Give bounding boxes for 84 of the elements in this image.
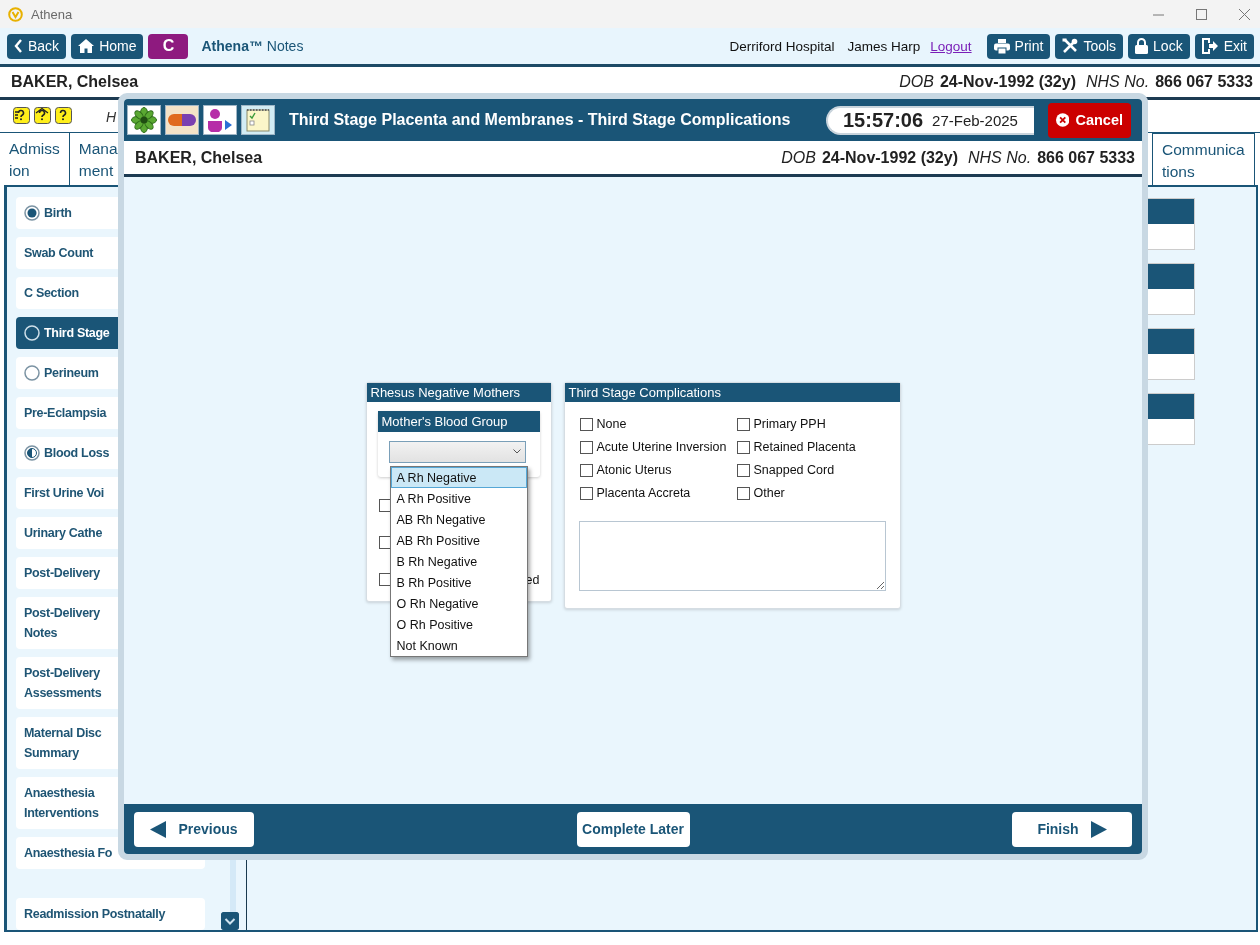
help-icon[interactable] <box>55 107 72 124</box>
close-icon[interactable] <box>1239 8 1250 20</box>
app-name: Athena™ Notes <box>201 38 304 54</box>
help-icon[interactable] <box>34 107 51 124</box>
hospital-name: Derriford Hospital <box>729 38 835 54</box>
checkbox-option[interactable]: Placenta Accreta <box>579 485 737 501</box>
tab[interactable]: Communica tions <box>1152 133 1255 185</box>
dob-label: DOB <box>781 148 816 167</box>
checkbox[interactable] <box>736 440 750 454</box>
user-name: James Harp <box>847 38 921 54</box>
print-button[interactable]: Print <box>986 33 1051 59</box>
previous-button[interactable]: Previous <box>134 811 254 847</box>
pill-icon[interactable] <box>168 114 196 126</box>
checkbox[interactable] <box>736 463 750 477</box>
close-icon <box>1056 111 1070 129</box>
flower-icon[interactable] <box>131 107 157 133</box>
dropdown-option[interactable]: Not Known <box>390 635 527 656</box>
checkbox-option[interactable]: Atonic Uterus <box>579 462 737 478</box>
checkbox-option[interactable]: Retained Placenta <box>736 439 887 455</box>
exit-icon <box>1201 38 1219 54</box>
sidebar-item[interactable]: Readmission Postnatally <box>16 898 205 930</box>
dropdown-option[interactable]: O Rh Positive <box>390 614 527 635</box>
tools-icon <box>1062 38 1079 54</box>
printer-icon <box>993 38 1010 54</box>
nhs-number: 866 067 5333 <box>1155 73 1253 91</box>
checkbox[interactable] <box>378 573 392 586</box>
exit-button[interactable]: Exit <box>1194 33 1254 59</box>
panel-title: Mother's Blood Group <box>377 411 540 432</box>
panel-title: Third Stage Complications <box>564 383 900 402</box>
checkbox-option[interactable]: None <box>579 416 737 432</box>
panel-title: Rhesus Negative Mothers <box>366 383 551 402</box>
checkbox-option[interactable]: Acute Uterine Inversion <box>579 439 737 455</box>
home-button[interactable]: Home <box>71 33 144 59</box>
checkbox[interactable] <box>378 499 392 512</box>
checkbox[interactable] <box>736 417 750 431</box>
dropdown-option[interactable]: A Rh Negative <box>390 467 527 488</box>
app-logo-icon <box>8 6 23 22</box>
back-icon <box>14 39 23 53</box>
notes-field[interactable] <box>578 521 886 591</box>
checkbox[interactable] <box>579 486 593 500</box>
dob-value: 24-Nov-1992 (32y) <box>939 73 1076 91</box>
person-arrow-icon[interactable] <box>206 108 234 132</box>
dob-value: 24-Nov-1992 (32y) <box>821 148 958 167</box>
maximize-icon[interactable] <box>1196 8 1207 20</box>
complete-later-button[interactable]: Complete Later <box>576 811 690 847</box>
checkbox-option[interactable]: Snapped Cord <box>736 462 887 478</box>
home-icon <box>78 39 95 53</box>
dropdown-option[interactable]: AB Rh Positive <box>390 530 527 551</box>
lock-button[interactable]: Lock <box>1128 33 1190 59</box>
checkbox[interactable] <box>579 463 593 477</box>
dropdown-option[interactable]: B Rh Positive <box>390 572 527 593</box>
dob-label: DOB <box>899 73 934 91</box>
clock-date: 27-Feb-2025 <box>932 111 1018 129</box>
nhs-number: 866 067 5333 <box>1037 148 1135 167</box>
dropdown-option[interactable]: A Rh Positive <box>390 488 527 509</box>
tools-button[interactable]: Tools <box>1055 33 1124 59</box>
dropdown-option[interactable]: B Rh Negative <box>390 551 527 572</box>
nhs-label: NHS No. <box>968 148 1032 167</box>
window-title: Athena <box>31 6 73 22</box>
dropdown-option[interactable]: O Rh Negative <box>390 593 527 614</box>
checkbox[interactable] <box>579 440 593 454</box>
patient-name: BAKER, Chelsea <box>11 73 139 91</box>
dropdown-option[interactable]: AB Rh Negative <box>390 509 527 530</box>
back-button[interactable]: Back <box>7 33 67 59</box>
checkbox[interactable] <box>736 486 750 500</box>
patient-badge[interactable]: C <box>148 33 189 59</box>
finish-button[interactable]: Finish <box>1012 811 1132 847</box>
lock-icon <box>1135 38 1149 54</box>
chevron-down-icon <box>512 449 521 454</box>
note-text: H <box>106 109 117 127</box>
left-triangle-icon <box>150 820 167 838</box>
logout-link[interactable]: Logout <box>930 38 972 54</box>
cancel-button[interactable]: Cancel <box>1048 102 1131 138</box>
nhs-label: NHS No. <box>1086 73 1150 91</box>
checkbox[interactable] <box>378 536 392 549</box>
checkbox-option[interactable]: Other <box>736 485 887 501</box>
scroll-down-button[interactable] <box>221 912 239 930</box>
dialog-title: Third Stage Placenta and Membranes - Third Stage Complications <box>289 111 791 129</box>
clock-time: 15:57:06 <box>843 108 924 132</box>
checkbox-option[interactable]: Primary PPH <box>736 416 887 432</box>
notepad-icon[interactable] <box>245 107 271 133</box>
help-icon[interactable] <box>13 107 30 124</box>
right-triangle-icon <box>1090 820 1107 838</box>
checkbox[interactable] <box>579 417 593 431</box>
